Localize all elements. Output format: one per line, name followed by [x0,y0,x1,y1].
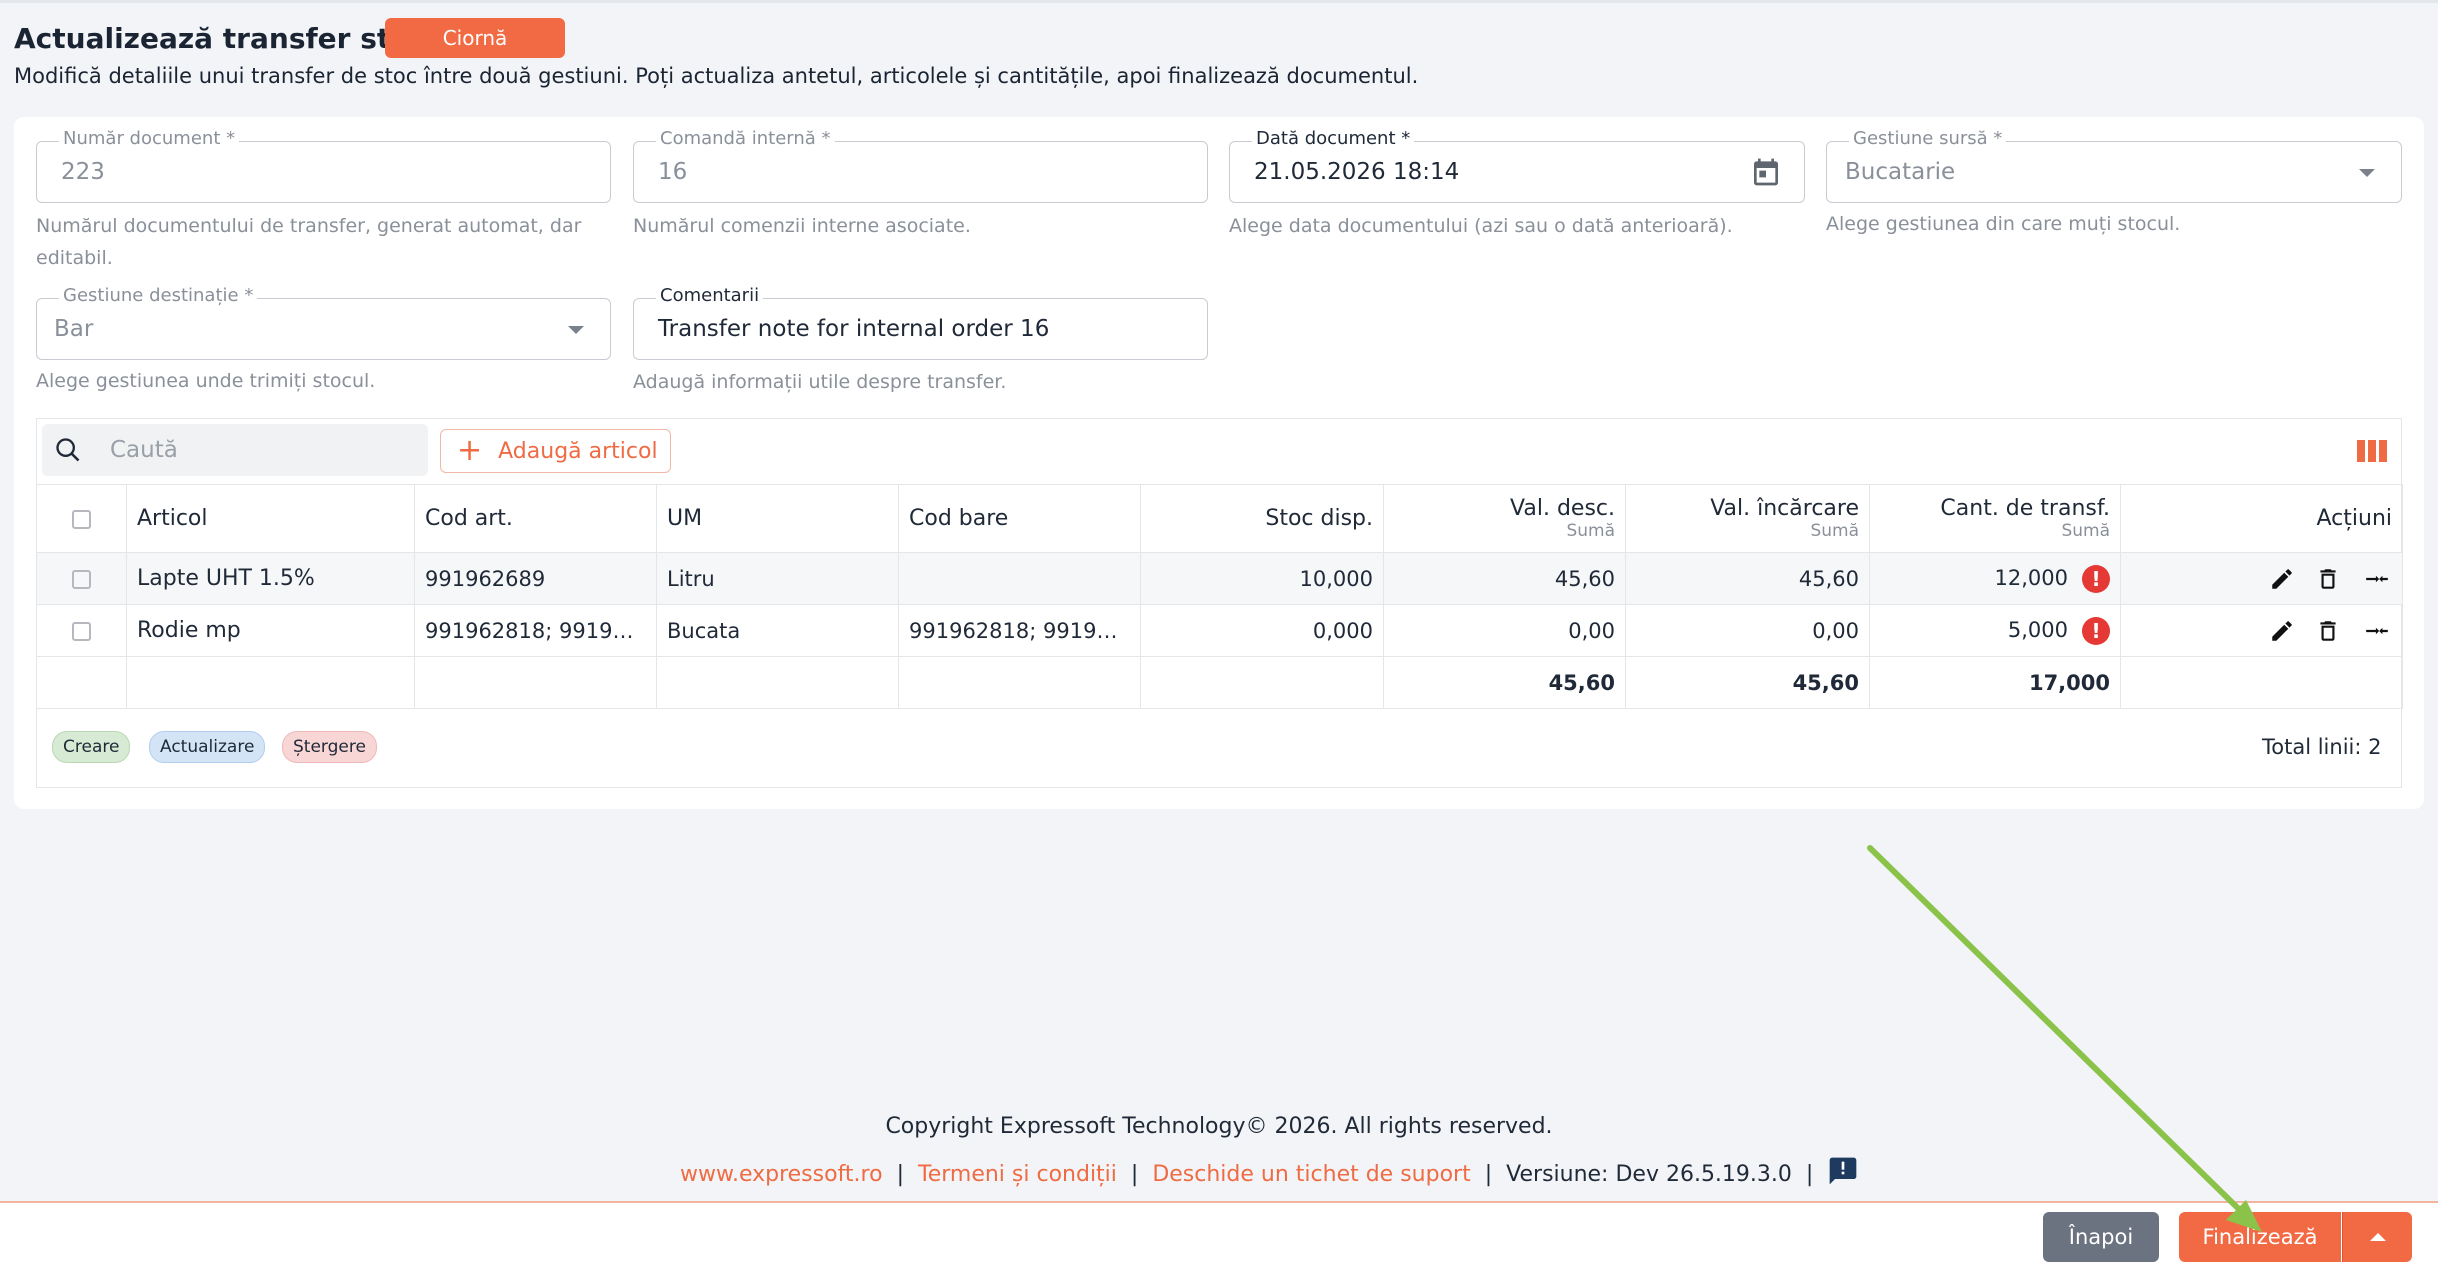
cell-stock: 10,000 [1140,552,1384,605]
cell-qty: 5,000! [1869,604,2121,657]
cell-article: Rodie mp [126,604,415,657]
col-qty[interactable]: Cant. de transf. Sumă [1869,484,2121,553]
calendar-icon[interactable] [1750,156,1782,192]
search-placeholder: Caută [110,437,178,463]
internal-order-field[interactable]: Comandă internă * 16 [633,128,1208,203]
separator: | [1130,1161,1139,1187]
table-header: Articol Cod art. UM Cod bare Stoc disp. … [36,484,2403,553]
delete-icon[interactable] [2315,618,2341,644]
total-val-desc: 45,60 [1383,656,1626,709]
source-store-value: Bucatarie [1845,159,1956,185]
cell-qty: 12,000! [1869,552,2121,605]
delete-icon[interactable] [2315,566,2341,592]
top-divider [0,0,2438,3]
col-article[interactable]: Articol [126,484,415,553]
version-text: Versiune: Dev 26.5.19.3.0 [1506,1161,1792,1187]
page-subtitle: Modifică detaliile unui transfer de stoc… [14,64,1419,88]
search-input[interactable]: Caută [42,424,428,476]
finalize-button[interactable]: Finalizează [2179,1212,2341,1262]
site-link[interactable]: www.expressoft.ro [680,1162,883,1187]
comments-field[interactable]: Comentarii Transfer note for internal or… [633,285,1208,360]
status-badge: Ciornă [385,18,565,58]
chevron-down-icon [568,326,584,334]
row-actions [2120,552,2403,605]
edit-icon[interactable] [2269,618,2295,644]
transfer-icon[interactable] [2362,618,2392,644]
col-actions: Acțiuni [2120,484,2403,553]
totals-row: 45,60 45,60 17,000 [36,656,2403,709]
legend-create-badge: Creare [52,731,131,763]
document-number-value: 223 [61,159,105,185]
legend-delete-badge: Ștergere [282,731,377,763]
total-qty: 17,000 [1869,656,2121,709]
cell-val-load: 45,60 [1625,552,1870,605]
destination-store-value: Bar [54,316,94,342]
support-ticket-link[interactable]: Deschide un tichet de suport [1152,1162,1470,1187]
add-article-label: Adaugă articol [498,438,658,464]
cell-barcode: 991962818; 991962819 [898,604,1141,657]
document-number-field[interactable]: Număr document * 223 [36,128,611,203]
document-date-field[interactable]: Dată document * 21.05.2026 18:14 [1229,128,1805,203]
search-icon [54,436,82,468]
table-row[interactable]: Rodie mp 991962818; 991962819 Bucata 991… [36,604,2403,657]
cell-um: Litru [656,552,899,605]
copyright-text: Copyright Expressoft Technology© 2026. A… [885,1114,1553,1139]
items-table: Articol Cod art. UM Cod bare Stoc disp. … [36,484,2403,709]
internal-order-helper: Numărul comenzii interne asociate. [633,215,971,237]
source-store-select[interactable]: Gestiune sursă * Bucatarie [1826,128,2402,203]
cell-article: Lapte UHT 1.5% [126,552,415,605]
transfer-icon[interactable] [2362,566,2392,592]
select-all-checkbox[interactable] [36,484,127,553]
col-val-desc[interactable]: Val. desc. Sumă [1383,484,1626,553]
separator: | [896,1161,904,1187]
col-val-load[interactable]: Val. încărcare Sumă [1625,484,1870,553]
footer-links: www.expressoft.ro | Termeni și condiții … [680,1157,1859,1191]
document-number-helper: Numărul documentului de transfer, genera… [36,215,582,269]
add-article-button[interactable]: + Adaugă articol [440,429,671,473]
row-actions [2120,604,2403,657]
col-barcode[interactable]: Cod bare [898,484,1141,553]
col-stock[interactable]: Stoc disp. [1140,484,1384,553]
separator: | [1805,1161,1814,1187]
cell-code: 991962818; 991962819 [414,604,657,657]
cell-val-desc: 45,60 [1383,552,1626,605]
col-um[interactable]: UM [656,484,899,553]
comments-value: Transfer note for internal order 16 [658,316,1050,342]
separator: | [1484,1161,1493,1187]
columns-icon[interactable] [2357,439,2387,467]
warning-icon[interactable]: ! [2082,616,2110,645]
cell-val-desc: 0,00 [1383,604,1626,657]
feedback-icon[interactable] [1827,1155,1859,1193]
legend-update-badge: Actualizare [149,731,266,763]
document-date-value: 21.05.2026 18:14 [1254,159,1460,185]
internal-order-value: 16 [658,159,688,185]
cell-barcode [898,552,1141,605]
total-lines: Total linii: 2 [2262,735,2382,759]
cell-code: 991962689 [414,552,657,605]
terms-link[interactable]: Termeni și condiții [918,1162,1117,1187]
col-code[interactable]: Cod art. [414,484,657,553]
row-checkbox[interactable] [36,604,127,657]
cell-val-load: 0,00 [1625,604,1870,657]
cell-stock: 0,000 [1140,604,1384,657]
document-date-helper: Alege data documentului (azi sau o dată … [1229,215,1733,237]
row-checkbox[interactable] [36,552,127,605]
page-title: Actualizează transfer stoc [14,22,427,55]
finalize-menu-toggle[interactable] [2342,1212,2412,1262]
back-button[interactable]: Înapoi [2043,1212,2159,1262]
table-row[interactable]: Lapte UHT 1.5% 991962689 Litru 10,000 45… [36,552,2403,605]
source-store-helper: Alege gestiunea din care muți stocul. [1826,213,2181,235]
chevron-up-icon [2370,1233,2386,1241]
warning-icon[interactable]: ! [2082,564,2110,593]
cell-um: Bucata [656,604,899,657]
comments-helper: Adaugă informații utile despre transfer. [633,371,1007,393]
destination-store-select[interactable]: Gestiune destinație * Bar [36,285,611,360]
total-val-load: 45,60 [1625,656,1870,709]
edit-icon[interactable] [2269,566,2295,592]
plus-icon: + [457,433,483,468]
chevron-down-icon [2359,169,2375,177]
destination-store-helper: Alege gestiunea unde trimiți stocul. [36,370,376,392]
